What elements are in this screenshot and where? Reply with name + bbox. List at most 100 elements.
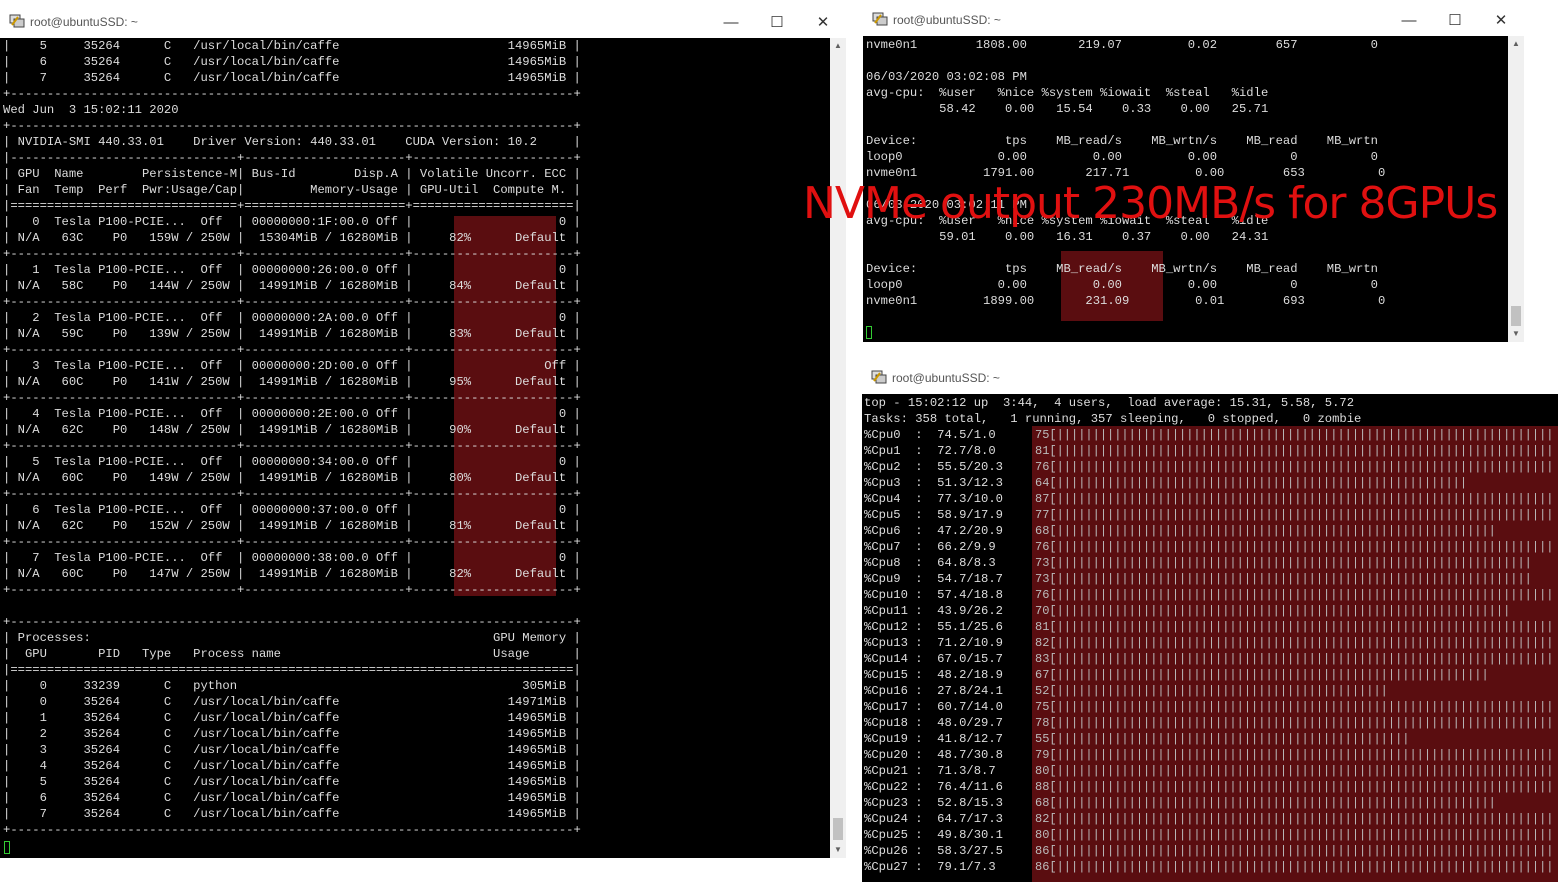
cpu-usage-percent: 87 <box>1035 492 1050 506</box>
cpu-usage-ticks: [|||||||||||||||||||||||||||||||||||||||… <box>1049 620 1551 634</box>
terminal-line: |-------------------------------+-------… <box>3 151 581 165</box>
terminal-line: | 0 Tesla P100-PCIE... Off | 00000000:1F… <box>3 215 581 229</box>
cpu-usage-ticks: [|||||||||||||||||||||||||||||||||||||||… <box>1049 428 1551 442</box>
terminal-line: nvme0n1 1899.00 231.09 0.01 693 0 <box>866 294 1386 308</box>
cpu-usage-percent: 73 <box>1035 572 1050 586</box>
cpu-usage-bar: 76[|||||||||||||||||||||||||||||||||||||… <box>1035 587 1551 603</box>
cpu-usage-percent: 81 <box>1035 620 1050 634</box>
cpu-usage-percent: 52 <box>1035 684 1050 698</box>
scroll-thumb[interactable] <box>1511 306 1521 326</box>
terminal-line: | 0 35264 C /usr/local/bin/caffe 14971Mi… <box>3 695 581 709</box>
cpu-usage-percent: 76 <box>1035 460 1050 474</box>
scroll-up-arrow[interactable]: ▲ <box>1508 36 1524 52</box>
cpu-usage-ticks: [|||||||||||||||||||||||||||||||||||||||… <box>1049 780 1551 794</box>
cpu-usage-ticks: [|||||||||||||||||||||||||||||||||||||||… <box>1049 668 1489 682</box>
scrollbar[interactable]: ▲ ▼ <box>1508 36 1524 342</box>
cpu-usage-ticks: [|||||||||||||||||||||||||||||||||||||||… <box>1049 476 1468 490</box>
scrollbar[interactable]: ▲ ▼ <box>830 38 846 858</box>
iostat-window[interactable]: root@ubuntuSSD: ~ — ☐ ✕ nvme0n1 1808.00 … <box>863 6 1524 342</box>
cpu-usage-bar: 73[|||||||||||||||||||||||||||||||||||||… <box>1035 555 1530 571</box>
scroll-down-arrow[interactable]: ▼ <box>830 842 846 858</box>
cpu-usage-bar: 78[|||||||||||||||||||||||||||||||||||||… <box>1035 715 1551 731</box>
cpu-usage-ticks: [|||||||||||||||||||||||||||||||||||||||… <box>1049 732 1407 746</box>
terminal-line: +-------------------------------+-------… <box>3 535 581 549</box>
cpu-usage-bar: 81[|||||||||||||||||||||||||||||||||||||… <box>1035 619 1551 635</box>
maximize-button[interactable]: ☐ <box>754 8 800 38</box>
cpu-usage-percent: 70 <box>1035 604 1050 618</box>
cpu-usage-bar: 67[|||||||||||||||||||||||||||||||||||||… <box>1035 667 1489 683</box>
minimize-button[interactable]: — <box>708 8 754 38</box>
cpu-usage-percent: 86 <box>1035 844 1050 858</box>
terminal-line: | N/A 62C P0 148W / 250W | 14991MiB / 16… <box>3 423 581 437</box>
nvidia-smi-output: | 5 35264 C /usr/local/bin/caffe 14965Mi… <box>3 38 581 838</box>
cpu-usage-ticks: [|||||||||||||||||||||||||||||||||||||||… <box>1049 460 1551 474</box>
terminal-line: Device: tps MB_read/s MB_wrtn/s MB_read … <box>866 262 1378 276</box>
close-button[interactable]: ✕ <box>1478 6 1524 36</box>
terminal-line: 58.42 0.00 15.54 0.33 0.00 25.71 <box>866 102 1269 116</box>
cpu-usage-ticks: [|||||||||||||||||||||||||||||||||||||||… <box>1049 508 1551 522</box>
terminal-line: |=======================================… <box>3 663 581 677</box>
terminal-line: | 6 Tesla P100-PCIE... Off | 00000000:37… <box>3 503 581 517</box>
terminal-line: | 1 Tesla P100-PCIE... Off | 00000000:26… <box>3 263 581 277</box>
terminal-line: | 3 35264 C /usr/local/bin/caffe 14965Mi… <box>3 743 581 757</box>
terminal-line: | 6 35264 C /usr/local/bin/caffe 14965Mi… <box>3 791 581 805</box>
cpu-usage-bar: 55[|||||||||||||||||||||||||||||||||||||… <box>1035 731 1407 747</box>
terminal-line: | N/A 60C P0 147W / 250W | 14991MiB / 16… <box>3 567 581 581</box>
close-button[interactable]: ✕ <box>800 8 846 38</box>
terminal-line: Wed Jun 3 15:02:11 2020 <box>3 103 179 117</box>
cpu-usage-bar: 86[|||||||||||||||||||||||||||||||||||||… <box>1035 859 1551 875</box>
terminal-cursor <box>4 841 10 854</box>
scroll-thumb[interactable] <box>833 818 843 840</box>
terminal-line: +---------------------------------------… <box>3 87 581 101</box>
cpu-usage-ticks: [|||||||||||||||||||||||||||||||||||||||… <box>1049 796 1499 810</box>
minimize-button[interactable]: — <box>1386 6 1432 36</box>
terminal-line: | Fan Temp Perf Pwr:Usage/Cap| Memory-Us… <box>3 183 581 197</box>
cpu-usage-ticks: [|||||||||||||||||||||||||||||||||||||||… <box>1049 540 1551 554</box>
cpu-usage-bar: 76[|||||||||||||||||||||||||||||||||||||… <box>1035 459 1551 475</box>
cpu-usage-percent: 79 <box>1035 748 1050 762</box>
scroll-down-arrow[interactable]: ▼ <box>1508 326 1524 342</box>
terminal-line: +-------------------------------+-------… <box>3 583 581 597</box>
title-bar[interactable]: root@ubuntuSSD: ~ — ☐ ✕ <box>863 6 1524 36</box>
terminal-line: | 4 35264 C /usr/local/bin/caffe 14965Mi… <box>3 759 581 773</box>
terminal-line: +-------------------------------+-------… <box>3 391 581 405</box>
cpu-usage-percent: 76 <box>1035 540 1050 554</box>
terminal-line: | GPU Name Persistence-M| Bus-Id Disp.A … <box>3 167 581 181</box>
cpu-usage-bar: 87[|||||||||||||||||||||||||||||||||||||… <box>1035 491 1551 507</box>
cpu-usage-bar: 88[|||||||||||||||||||||||||||||||||||||… <box>1035 779 1551 795</box>
scroll-up-arrow[interactable]: ▲ <box>830 38 846 54</box>
cpu-usage-percent: 80 <box>1035 828 1050 842</box>
title-bar[interactable]: root@ubuntuSSD: ~ <box>862 364 1558 394</box>
cpu-usage-bar: 73[|||||||||||||||||||||||||||||||||||||… <box>1035 571 1530 587</box>
terminal-line: | 2 35264 C /usr/local/bin/caffe 14965Mi… <box>3 727 581 741</box>
cpu-usage-bar: 86[|||||||||||||||||||||||||||||||||||||… <box>1035 843 1551 859</box>
maximize-button[interactable]: ☐ <box>1432 6 1478 36</box>
cpu-usage-percent: 73 <box>1035 556 1050 570</box>
cpu-usage-percent: 76 <box>1035 588 1050 602</box>
terminal-line: | N/A 62C P0 152W / 250W | 14991MiB / 16… <box>3 519 581 533</box>
cpu-usage-bar: 75[|||||||||||||||||||||||||||||||||||||… <box>1035 427 1551 443</box>
terminal-line: | 0 33239 C python 305MiB | <box>3 679 581 693</box>
top-window[interactable]: root@ubuntuSSD: ~ top - 15:02:12 up 3:44… <box>862 364 1558 882</box>
terminal-area[interactable]: | 5 35264 C /usr/local/bin/caffe 14965Mi… <box>0 38 846 858</box>
cpu-usage-bar: 83[|||||||||||||||||||||||||||||||||||||… <box>1035 651 1551 667</box>
terminal-line: +---------------------------------------… <box>3 119 581 133</box>
cpu-usage-ticks: [|||||||||||||||||||||||||||||||||||||||… <box>1049 828 1551 842</box>
window-title: root@ubuntuSSD: ~ <box>893 13 1001 27</box>
terminal-line: | GPU PID Type Process name Usage | <box>3 647 581 661</box>
terminal-area[interactable]: top - 15:02:12 up 3:44, 4 users, load av… <box>862 394 1558 882</box>
cpu-usage-ticks: [|||||||||||||||||||||||||||||||||||||||… <box>1049 636 1551 650</box>
cpu-usage-ticks: [|||||||||||||||||||||||||||||||||||||||… <box>1049 812 1551 826</box>
cpu-usage-percent: 86 <box>1035 860 1050 874</box>
title-bar[interactable]: root@ubuntuSSD: ~ — ☐ ✕ <box>0 8 846 38</box>
nvme-annotation: NVMe output 230MB/s for 8GPUs <box>803 178 1498 229</box>
terminal-line: +-------------------------------+-------… <box>3 487 581 501</box>
nvidia-smi-window[interactable]: root@ubuntuSSD: ~ — ☐ ✕ | 5 35264 C /usr… <box>0 8 846 858</box>
cpu-usage-ticks: [|||||||||||||||||||||||||||||||||||||||… <box>1049 652 1551 666</box>
cpu-usage-bar: 77[|||||||||||||||||||||||||||||||||||||… <box>1035 507 1551 523</box>
cpu-usage-percent: 75 <box>1035 700 1050 714</box>
terminal-line: +-------------------------------+-------… <box>3 247 581 261</box>
cpu-usage-bar: 81[|||||||||||||||||||||||||||||||||||||… <box>1035 443 1551 459</box>
